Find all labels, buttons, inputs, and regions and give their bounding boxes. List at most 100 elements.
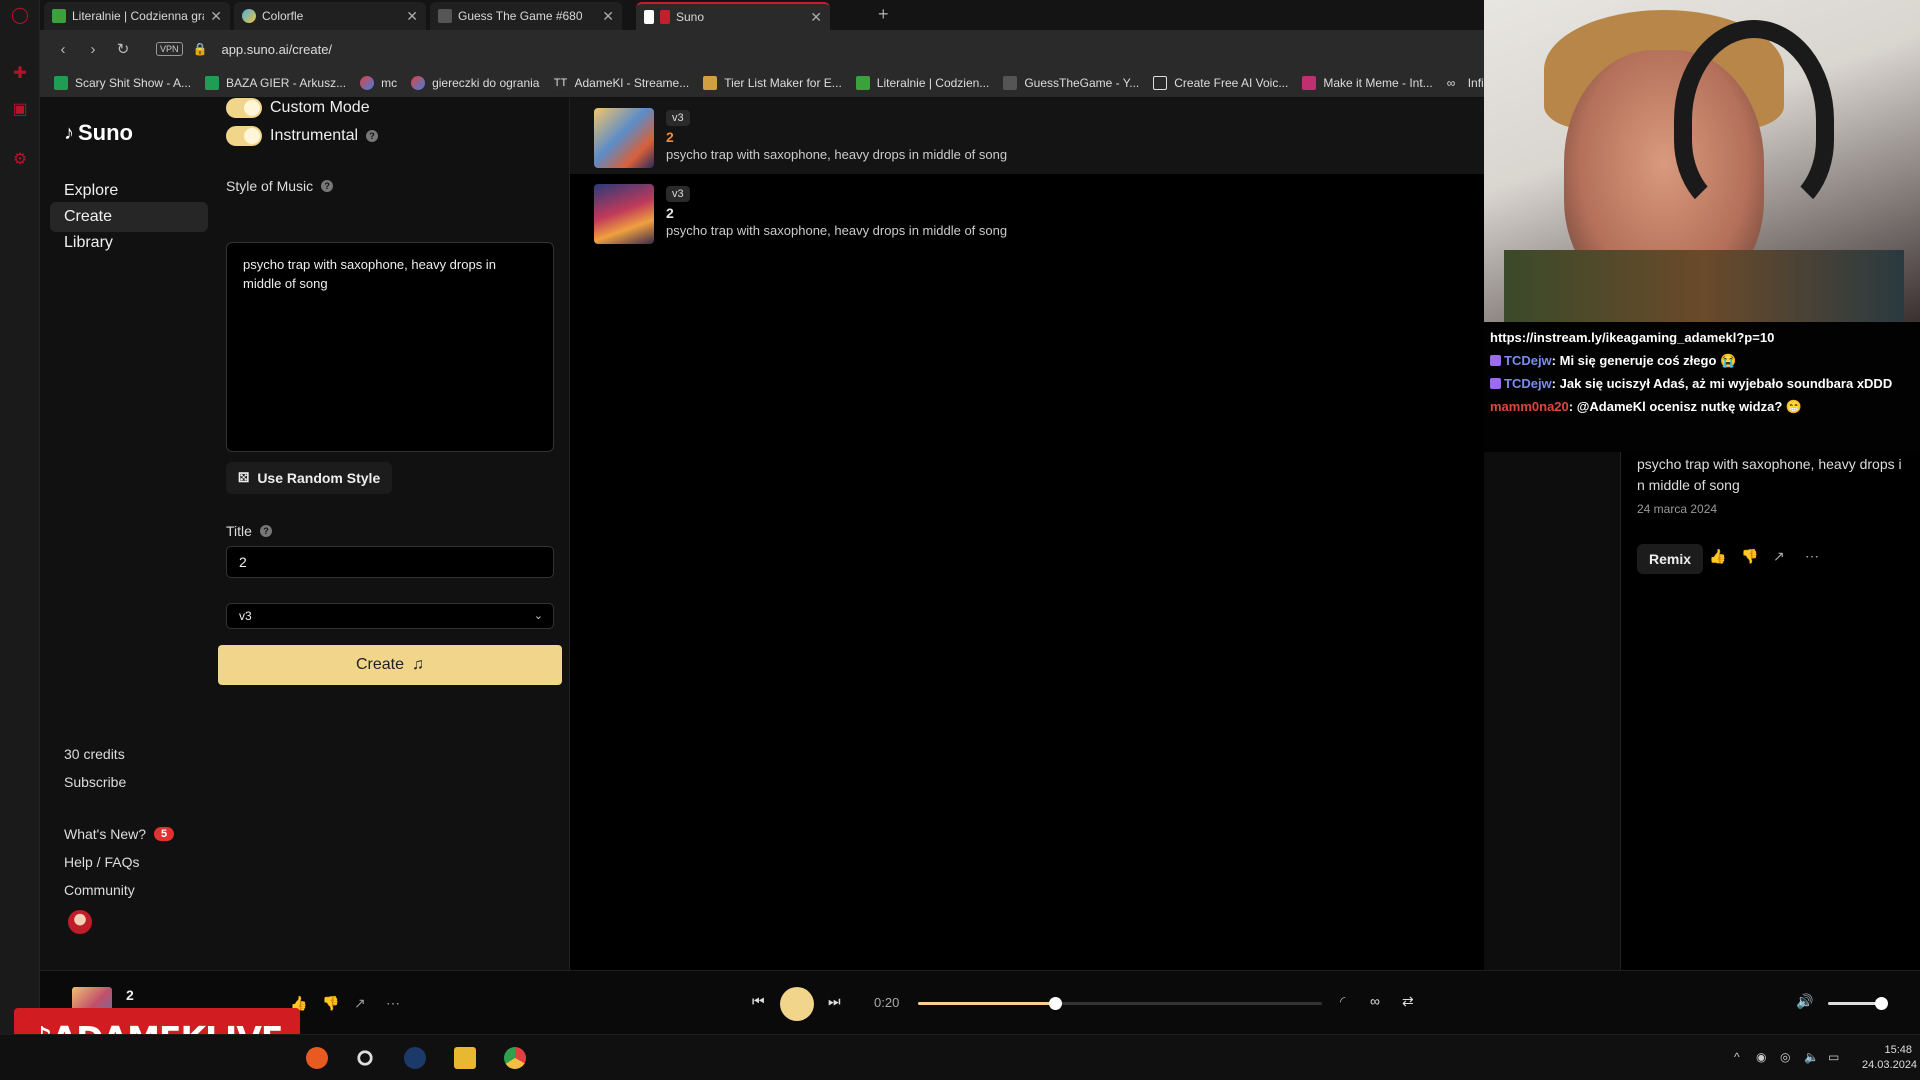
use-random-style-button[interactable]: ⚄ Use Random Style (226, 462, 393, 494)
chat-badge-icon (1490, 378, 1501, 389)
infinity-icon: ∞ (1446, 75, 1456, 90)
lock-icon[interactable]: 🔒 (193, 42, 208, 56)
opera-logo-icon[interactable]: ◯ (10, 6, 30, 26)
bookmark-item[interactable]: GuessTheGame - Y... (1003, 75, 1139, 90)
bookmark-item[interactable]: BAZA GIER - Arkusz... (205, 75, 346, 90)
play-pause-button[interactable] (780, 987, 814, 1021)
ea-app-icon[interactable] (306, 1047, 328, 1069)
discord-icon[interactable]: ◉ (1756, 1050, 1766, 1064)
obs-icon[interactable] (354, 1047, 376, 1069)
reload-icon[interactable]: ↻ (108, 40, 138, 58)
file-explorer-icon[interactable] (454, 1047, 476, 1069)
network-icon[interactable]: ▭ (1828, 1050, 1839, 1064)
settings-gear-icon[interactable]: ⚙ (10, 150, 30, 170)
bookmark-item[interactable]: Tier List Maker for E... (703, 75, 842, 90)
close-tab-icon[interactable]: ✕ (210, 8, 222, 25)
left-navigation: ♪ Suno Explore Create Library 30 credits … (40, 98, 210, 970)
title-input[interactable]: 2 (226, 546, 554, 578)
share-icon[interactable]: ↗ (1773, 548, 1785, 565)
back-arrow-icon[interactable]: ‹ (48, 41, 78, 58)
help-question-icon[interactable]: ? (259, 525, 272, 537)
version-tag: v3 (666, 110, 690, 126)
thumbs-down-icon[interactable]: 👎 (1741, 548, 1758, 565)
next-track-icon[interactable]: ⏭ (828, 993, 841, 1010)
bookmark-item[interactable]: ∞Infinit (1447, 76, 1484, 90)
share-icon[interactable]: ↗ (354, 995, 366, 1012)
style-of-music-textarea[interactable]: psycho trap with saxophone, heavy drops … (226, 242, 554, 452)
bookmark-item[interactable]: mc (360, 75, 397, 90)
volume-knob[interactable] (1875, 997, 1888, 1010)
url-field[interactable]: app.suno.ai/create/ (221, 42, 332, 57)
more-options-icon[interactable]: ⋯ (386, 995, 400, 1012)
new-tab-plus-icon[interactable]: + (878, 4, 889, 25)
clip-title[interactable]: 2 (666, 129, 1007, 145)
custom-mode-row: Custom Mode (226, 98, 370, 118)
windows-taskbar: ^ ◉ ◎ 🔈 ▭ 15:48 24.03.2024 (0, 1034, 1920, 1080)
tab-suno[interactable]: Suno ✕ (636, 2, 830, 30)
tab-guess-the-game[interactable]: Guess The Game #680 ✕ (430, 2, 622, 30)
forward-arrow-icon[interactable]: › (78, 41, 108, 58)
help-question-icon[interactable]: ? (321, 180, 334, 192)
clip-detail-panel: psycho trap with saxophone, heavy drops … (1620, 452, 1920, 970)
volume-tray-icon[interactable]: 🔈 (1804, 1050, 1819, 1064)
thumbs-down-icon[interactable]: 👎 (322, 995, 339, 1012)
bookmark-item[interactable]: TT AdameKl - Streame... (553, 75, 689, 90)
headset (1674, 20, 1834, 220)
nav-library[interactable]: Library (50, 228, 208, 258)
streamelements-icon: TT (553, 75, 568, 90)
close-tab-icon[interactable]: ✕ (810, 9, 822, 26)
volume-icon[interactable]: 🔊 (1796, 993, 1813, 1010)
vpn-badge[interactable]: VPN (156, 42, 183, 56)
whats-new-link[interactable]: What's New? 5 (64, 826, 175, 842)
gamepad-icon[interactable]: ✚ (10, 64, 30, 84)
list-item[interactable]: v3 2 psycho trap with saxophone, heavy d… (570, 98, 1484, 174)
system-clock[interactable]: 15:48 24.03.2024 (1862, 1043, 1917, 1073)
bookmark-item[interactable]: Make it Meme - Int... (1302, 75, 1433, 90)
loop-icon[interactable]: ∞ (1370, 993, 1380, 1009)
steam-icon[interactable] (404, 1047, 426, 1069)
subscribe-link[interactable]: Subscribe (64, 774, 126, 790)
previous-track-icon[interactable]: ⏮ (752, 993, 765, 1010)
community-link[interactable]: Community (64, 882, 135, 898)
twitch-icon[interactable]: ▣ (10, 100, 30, 120)
more-options-icon[interactable]: ⋯ (1805, 548, 1819, 565)
clip-description: psycho trap with saxophone, heavy drops … (666, 147, 1008, 162)
chrome-icon (360, 75, 375, 90)
volume-slider[interactable] (1828, 997, 1888, 1010)
bookmark-item[interactable]: giereczki do ogrania (411, 75, 539, 90)
bookmark-item[interactable]: Create Free AI Voic... (1153, 75, 1288, 90)
progress-knob[interactable] (1049, 997, 1063, 1010)
address-bar: ‹ › ↻ VPN 🔒 app.suno.ai/create/ (40, 30, 1484, 68)
tab-colorfle[interactable]: Colorfle ✕ (234, 2, 426, 30)
avatar[interactable] (68, 910, 92, 934)
player-title[interactable]: 2 (126, 987, 134, 1003)
thumbs-up-icon[interactable]: 👍 (1709, 548, 1726, 565)
repeat-icon[interactable]: ⇄ (1402, 993, 1414, 1010)
create-button[interactable]: Create ♫ (218, 645, 562, 685)
suno-logo[interactable]: ♪ Suno (64, 120, 133, 146)
clip-cover[interactable] (594, 184, 654, 244)
progress-bar[interactable] (918, 997, 1322, 1010)
instrumental-toggle[interactable] (226, 126, 262, 146)
bookmark-item[interactable]: Scary Shit Show - A... (54, 75, 191, 90)
steam-tray-icon[interactable]: ◎ (1780, 1050, 1790, 1064)
custom-mode-toggle[interactable] (226, 98, 262, 118)
help-question-icon[interactable]: ? (366, 130, 379, 142)
clip-info: v3 2 psycho trap with saxophone, heavy d… (666, 108, 1007, 162)
remix-button[interactable]: Remix (1637, 544, 1704, 574)
opera-sidebar: ◯ ✚ ▣ ⚙ (0, 0, 40, 1080)
clip-title[interactable]: 2 (666, 205, 1007, 221)
list-item[interactable]: v3 2 psycho trap with saxophone, heavy d… (570, 174, 1484, 250)
clip-cover[interactable] (594, 108, 654, 168)
style-label: Style of Music? (226, 178, 334, 194)
help-link[interactable]: Help / FAQs (64, 854, 139, 870)
close-tab-icon[interactable]: ✕ (406, 8, 418, 25)
tray-chevron-icon[interactable]: ^ (1734, 1050, 1740, 1064)
bookmark-item[interactable]: Literalnie | Codzien... (855, 75, 989, 90)
gamepad-favicon-icon (1003, 75, 1018, 90)
tab-literalnie[interactable]: Literalnie | Codzienna gra ✕ (44, 2, 230, 30)
model-version-select[interactable]: v3 ⌄ (226, 603, 554, 629)
close-tab-icon[interactable]: ✕ (602, 8, 614, 25)
chrome-icon[interactable] (504, 1047, 526, 1069)
sheets-icon (205, 75, 220, 90)
